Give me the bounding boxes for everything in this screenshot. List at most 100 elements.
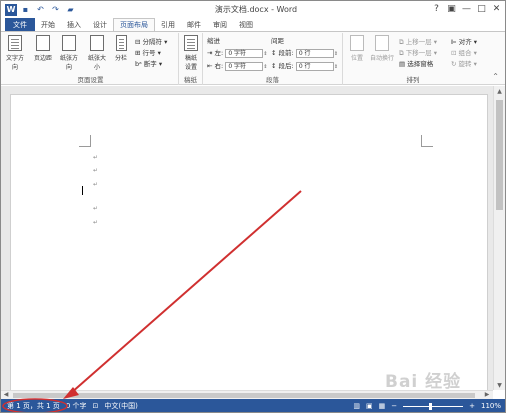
arrange-label: 排列 bbox=[406, 76, 420, 84]
spacing-before-field[interactable]: 0 行 bbox=[295, 48, 334, 58]
zoom-out-button[interactable]: − bbox=[391, 402, 397, 410]
zoom-in-button[interactable]: + bbox=[469, 402, 475, 410]
page-setup-label: 页面设置 bbox=[77, 76, 104, 84]
size-icon bbox=[90, 35, 104, 51]
breaks-button[interactable]: ⊟ 分隔符 ▾ bbox=[135, 36, 167, 46]
help-icon[interactable]: ? bbox=[430, 2, 443, 15]
tab-design[interactable]: 设计 bbox=[87, 18, 113, 31]
draft-paper-button[interactable]: 稿纸 设置 bbox=[181, 35, 201, 71]
tab-review[interactable]: 审阅 bbox=[207, 18, 233, 31]
status-bar: 第 1 页，共 1 页 0 个字 ⊡ 中文(中国) ▥ ▣ ▦ − + 110% bbox=[1, 399, 505, 412]
indent-right-icon: ⇤ bbox=[207, 62, 213, 70]
indent-left-icon: ⇥ bbox=[207, 49, 213, 57]
hyphenation-button[interactable]: bᵃ 断字 ▾ bbox=[135, 58, 162, 68]
bring-forward-button[interactable]: ⧉ 上移一层 ▾ bbox=[399, 36, 437, 47]
maximize-button[interactable]: □ bbox=[475, 2, 488, 15]
orientation-button[interactable]: 纸张方向 bbox=[59, 35, 79, 71]
web-layout-icon[interactable]: ▦ bbox=[379, 402, 386, 410]
orientation-icon bbox=[62, 35, 76, 51]
indent-right-row: ⇤ 右: 0 字符 ⇕ bbox=[207, 61, 268, 71]
line-numbers-button[interactable]: ⊞ 行号 ▾ bbox=[135, 47, 161, 57]
tab-view[interactable]: 视图 bbox=[233, 18, 259, 31]
word-logo-icon: W bbox=[5, 3, 17, 16]
proofing-icon[interactable]: ⊡ bbox=[93, 402, 99, 410]
zoom-level[interactable]: 110% bbox=[481, 402, 501, 410]
scroll-right-icon[interactable]: ▶ bbox=[482, 390, 492, 399]
wrap-text-button[interactable]: 自动换行 bbox=[369, 35, 395, 62]
spacing-title: 间距 bbox=[271, 37, 284, 45]
rotate-button[interactable]: ↻ 旋转 ▾ bbox=[451, 58, 477, 68]
horizontal-scroll-thumb[interactable] bbox=[13, 393, 475, 398]
print-layout-icon[interactable]: ▣ bbox=[366, 402, 373, 410]
tab-insert[interactable]: 插入 bbox=[61, 18, 87, 31]
ribbon: 文字方向 页边距 纸张方向 纸张大小 分栏 ⊟ 分隔符 ▾ ⊞ 行号 ▾ bᵃ … bbox=[1, 31, 505, 85]
columns-button[interactable]: 分栏 bbox=[113, 35, 129, 62]
paragraph-mark: ↵ bbox=[93, 219, 99, 226]
spinner-icon[interactable]: ⇕ bbox=[334, 64, 338, 70]
page-count[interactable]: 第 1 页，共 1 页 bbox=[7, 401, 60, 411]
scroll-left-icon[interactable]: ◀ bbox=[1, 390, 11, 399]
draft-paper-icon bbox=[184, 35, 198, 51]
indent-left-field[interactable]: 0 字符 bbox=[225, 48, 264, 58]
save-icon[interactable]: ▪ bbox=[19, 3, 32, 16]
text-direction-icon bbox=[8, 35, 22, 51]
size-button[interactable]: 纸张大小 bbox=[87, 35, 107, 71]
read-mode-icon[interactable]: ▥ bbox=[353, 402, 360, 410]
scroll-down-icon[interactable]: ▼ bbox=[494, 380, 505, 390]
paragraph-mark: ↵ bbox=[93, 181, 99, 188]
minimize-button[interactable]: — bbox=[460, 2, 473, 15]
ribbon-tabs: 文件 开始 插入 设计 页面布局 引用 邮件 审阅 视图 bbox=[1, 18, 505, 31]
draft-paper-group: 稿纸 设置 稿纸 bbox=[179, 33, 203, 85]
paragraph-mark: ↵ bbox=[93, 154, 99, 161]
tab-file[interactable]: 文件 bbox=[5, 18, 35, 31]
open-icon[interactable]: ▰ bbox=[64, 3, 77, 16]
close-button[interactable]: ✕ bbox=[490, 2, 503, 15]
ribbon-display-icon[interactable]: ▣ bbox=[445, 2, 458, 15]
window-controls: ? ▣ — □ ✕ bbox=[430, 2, 503, 15]
zoom-slider[interactable] bbox=[403, 402, 464, 410]
draft-paper-label: 稿纸 bbox=[184, 76, 197, 84]
zoom-slider-knob[interactable] bbox=[429, 402, 433, 410]
spacing-after-row: ↕ 段后: 0 行 ⇕ bbox=[271, 61, 339, 71]
tab-page-layout[interactable]: 页面布局 bbox=[113, 18, 155, 31]
undo-icon[interactable]: ↶ bbox=[34, 3, 47, 16]
selection-pane-button[interactable]: ▤ 选择窗格 bbox=[399, 58, 433, 68]
spacing-before-icon: ↕ bbox=[271, 49, 277, 57]
vertical-scrollbar[interactable]: ▲ ▼ bbox=[493, 86, 505, 390]
paragraph-mark: ↵ bbox=[93, 167, 99, 174]
tab-home[interactable]: 开始 bbox=[35, 18, 61, 31]
scroll-up-icon[interactable]: ▲ bbox=[494, 86, 505, 96]
paragraph-mark: ↵ bbox=[93, 205, 99, 212]
tab-references[interactable]: 引用 bbox=[155, 18, 181, 31]
columns-icon bbox=[115, 35, 127, 51]
status-right: ▥ ▣ ▦ − + 110% bbox=[353, 399, 501, 412]
indent-left-row: ⇥ 左: 0 字符 ⇕ bbox=[207, 48, 268, 58]
spinner-icon[interactable]: ⇕ bbox=[334, 51, 338, 57]
position-icon bbox=[350, 35, 364, 51]
send-backward-button[interactable]: ⧉ 下移一层 ▾ bbox=[399, 47, 437, 58]
group-button[interactable]: ⊡ 组合 ▾ bbox=[451, 47, 477, 57]
vertical-scroll-thumb[interactable] bbox=[496, 100, 503, 210]
title-bar: W ▪ ↶ ↷ ▰ 演示文档.docx - Word ? ▣ — □ ✕ bbox=[1, 1, 505, 18]
spacing-after-icon: ↕ bbox=[271, 62, 277, 70]
language-indicator[interactable]: 中文(中国) bbox=[104, 401, 137, 411]
margins-button[interactable]: 页边距 bbox=[33, 35, 53, 62]
document-page[interactable]: ↵ ↵ ↵ ↵ ↵ bbox=[10, 94, 488, 394]
tab-mailings[interactable]: 邮件 bbox=[181, 18, 207, 31]
spinner-icon[interactable]: ⇕ bbox=[263, 64, 267, 70]
crop-mark-top-left bbox=[79, 135, 91, 147]
watermark: Bai 经验 bbox=[385, 372, 462, 392]
collapse-ribbon-icon[interactable]: ⌃ bbox=[492, 72, 499, 81]
text-cursor bbox=[82, 186, 83, 195]
word-count[interactable]: 0 个字 bbox=[66, 401, 87, 411]
page-setup-group: 文字方向 页边距 纸张方向 纸张大小 分栏 ⊟ 分隔符 ▾ ⊞ 行号 ▾ bᵃ … bbox=[3, 33, 179, 85]
text-direction-button[interactable]: 文字方向 bbox=[5, 35, 25, 71]
position-button[interactable]: 位置 bbox=[347, 35, 367, 62]
spinner-icon[interactable]: ⇕ bbox=[263, 51, 267, 57]
align-button[interactable]: ⊫ 对齐 ▾ bbox=[451, 36, 477, 46]
crop-mark-top-right bbox=[421, 135, 433, 147]
spacing-after-field[interactable]: 0 行 bbox=[295, 61, 334, 71]
document-area[interactable]: ↵ ↵ ↵ ↵ ↵ bbox=[1, 86, 493, 394]
indent-right-field[interactable]: 0 字符 bbox=[225, 61, 264, 71]
redo-icon[interactable]: ↷ bbox=[49, 3, 62, 16]
